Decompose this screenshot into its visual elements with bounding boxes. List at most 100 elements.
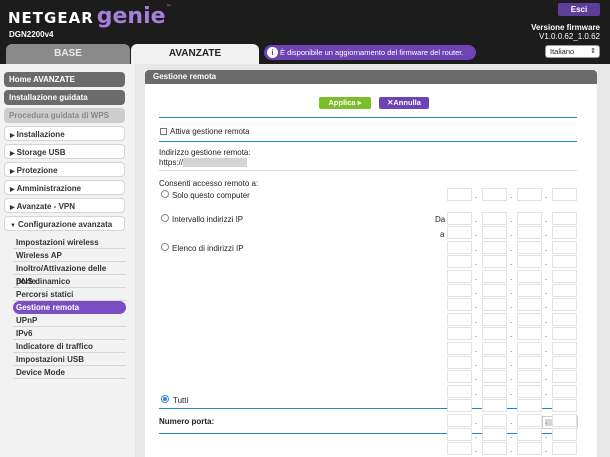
ip-octet-input[interactable] <box>552 313 577 326</box>
sidebar-home-advanced[interactable]: Home AVANZATE <box>4 72 125 87</box>
ip-octet-input[interactable] <box>447 399 472 412</box>
ip-octet-input[interactable] <box>517 226 542 239</box>
radio-all[interactable] <box>161 395 169 403</box>
ip-octet-input[interactable] <box>552 226 577 239</box>
sidebar-section-protezione[interactable]: ▶ Protezione <box>4 162 125 177</box>
ip-octet-input[interactable] <box>447 428 472 441</box>
sidebar-section-vpn[interactable]: ▶ Avanzate - VPN <box>4 198 125 213</box>
ip-octet-input[interactable] <box>447 241 472 254</box>
sidebar-wps-wizard[interactable]: Procedura guidata di WPS <box>4 108 125 123</box>
ip-octet-input[interactable] <box>517 356 542 369</box>
enable-remote-checkbox[interactable] <box>160 128 167 135</box>
ip-octet-input[interactable] <box>482 442 507 455</box>
ip-octet-input[interactable] <box>552 399 577 412</box>
ip-octet-input[interactable] <box>482 327 507 340</box>
language-select[interactable]: Italiano ⇕ <box>545 45 600 58</box>
sidebar-section-configurazione-avanzata[interactable]: ▼ Configurazione avanzata <box>4 216 125 231</box>
ip-octet-input[interactable] <box>482 270 507 283</box>
ip-octet-input[interactable] <box>552 428 577 441</box>
ip-octet-input[interactable] <box>552 370 577 383</box>
ip-octet-input[interactable] <box>517 414 542 427</box>
ip-octet-input[interactable] <box>482 342 507 355</box>
ip-octet-input[interactable] <box>447 255 472 268</box>
ip-octet-input[interactable] <box>552 442 577 455</box>
ip-octet-input[interactable] <box>552 414 577 427</box>
ip-octet-input[interactable] <box>482 356 507 369</box>
ip-octet-input[interactable] <box>517 188 542 201</box>
logout-button[interactable]: Esci <box>558 3 600 16</box>
ip-octet-input[interactable] <box>447 385 472 398</box>
ip-octet-input[interactable] <box>482 370 507 383</box>
ip-octet-input[interactable] <box>552 255 577 268</box>
sidebar-item-static-routes[interactable]: Percorsi statici <box>13 288 126 301</box>
sidebar-item-remote-management[interactable]: Gestione remota <box>13 301 126 314</box>
ip-octet-input[interactable] <box>482 188 507 201</box>
tab-advanced[interactable]: AVANZATE <box>131 44 259 64</box>
radio-only-this-computer[interactable] <box>161 190 169 198</box>
ip-octet-input[interactable] <box>517 442 542 455</box>
ip-octet-input[interactable] <box>517 399 542 412</box>
ip-octet-input[interactable] <box>517 342 542 355</box>
sidebar-setup-wizard[interactable]: Installazione guidata <box>4 90 125 105</box>
ip-octet-input[interactable] <box>447 212 472 225</box>
ip-octet-input[interactable] <box>517 255 542 268</box>
ip-octet-input[interactable] <box>517 298 542 311</box>
tab-base[interactable]: BASE <box>6 44 130 64</box>
ip-octet-input[interactable] <box>482 284 507 297</box>
ip-octet-input[interactable] <box>552 188 577 201</box>
ip-octet-input[interactable] <box>517 241 542 254</box>
ip-octet-input[interactable] <box>517 370 542 383</box>
ip-octet-input[interactable] <box>517 327 542 340</box>
ip-octet-input[interactable] <box>552 327 577 340</box>
ip-octet-input[interactable] <box>552 356 577 369</box>
sidebar-item-port-forwarding[interactable]: Inoltro/Attivazione delle porte <box>13 262 126 286</box>
ip-octet-input[interactable] <box>517 212 542 225</box>
cancel-button[interactable]: ✕Annulla <box>379 97 429 109</box>
ip-octet-input[interactable] <box>482 226 507 239</box>
ip-octet-input[interactable] <box>447 356 472 369</box>
ip-octet-input[interactable] <box>447 270 472 283</box>
ip-octet-input[interactable] <box>552 241 577 254</box>
ip-octet-input[interactable] <box>447 327 472 340</box>
ip-octet-input[interactable] <box>447 188 472 201</box>
ip-octet-input[interactable] <box>517 385 542 398</box>
sidebar-item-usb-settings[interactable]: Impostazioni USB <box>13 353 126 366</box>
sidebar-item-traffic-meter[interactable]: Indicatore di traffico <box>13 340 126 353</box>
sidebar-item-wireless-settings[interactable]: Impostazioni wireless <box>13 236 126 249</box>
ip-octet-input[interactable] <box>552 385 577 398</box>
ip-octet-input[interactable] <box>447 226 472 239</box>
sidebar-item-wireless-ap[interactable]: Wireless AP <box>13 249 126 262</box>
ip-octet-input[interactable] <box>447 298 472 311</box>
sidebar-item-upnp[interactable]: UPnP <box>13 314 126 327</box>
sidebar-item-dynamic-dns[interactable]: DNS dinamico <box>13 275 126 288</box>
firmware-update-notice[interactable]: i È disponibile un aggiornamento del fir… <box>264 45 476 60</box>
ip-octet-input[interactable] <box>447 370 472 383</box>
ip-octet-input[interactable] <box>482 385 507 398</box>
ip-octet-input[interactable] <box>482 414 507 427</box>
ip-octet-input[interactable] <box>447 442 472 455</box>
apply-button[interactable]: Applica ▸ <box>319 97 371 109</box>
ip-octet-input[interactable] <box>517 270 542 283</box>
ip-octet-input[interactable] <box>517 428 542 441</box>
ip-octet-input[interactable] <box>447 414 472 427</box>
sidebar-section-storage-usb[interactable]: ▶ Storage USB <box>4 144 125 159</box>
sidebar-section-installazione[interactable]: ▶ Installazione <box>4 126 125 141</box>
ip-octet-input[interactable] <box>482 298 507 311</box>
ip-octet-input[interactable] <box>482 399 507 412</box>
ip-octet-input[interactable] <box>552 212 577 225</box>
ip-octet-input[interactable] <box>552 298 577 311</box>
ip-octet-input[interactable] <box>552 284 577 297</box>
ip-octet-input[interactable] <box>517 284 542 297</box>
ip-octet-input[interactable] <box>552 342 577 355</box>
ip-octet-input[interactable] <box>482 255 507 268</box>
ip-octet-input[interactable] <box>482 428 507 441</box>
sidebar-item-ipv6[interactable]: IPv6 <box>13 327 126 340</box>
radio-ip-range[interactable] <box>161 214 169 222</box>
ip-octet-input[interactable] <box>482 241 507 254</box>
radio-ip-list[interactable] <box>161 243 169 251</box>
ip-octet-input[interactable] <box>517 313 542 326</box>
ip-octet-input[interactable] <box>482 313 507 326</box>
sidebar-item-device-mode[interactable]: Device Mode <box>13 366 126 379</box>
ip-octet-input[interactable] <box>447 313 472 326</box>
ip-octet-input[interactable] <box>447 342 472 355</box>
